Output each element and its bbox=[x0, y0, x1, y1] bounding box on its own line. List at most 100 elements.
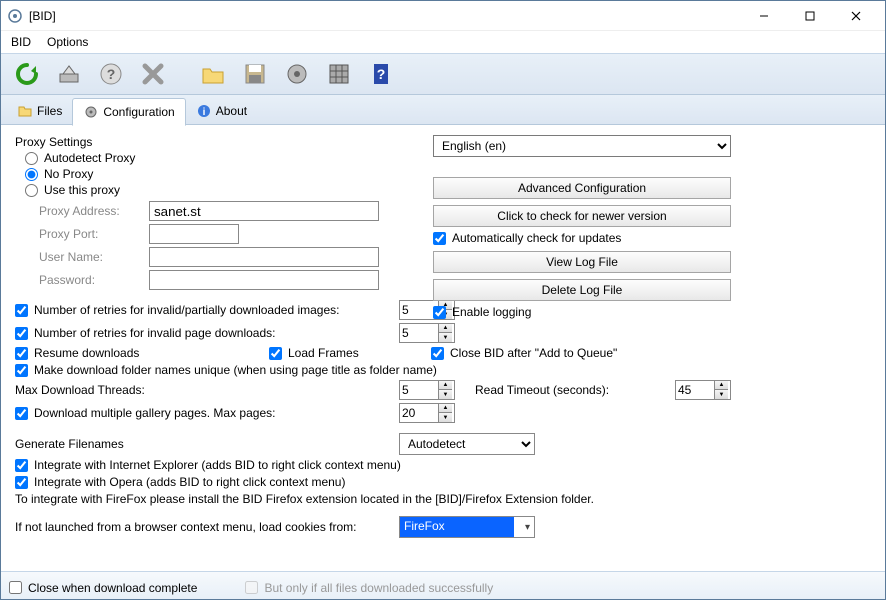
read-timeout-label: Read Timeout (seconds): bbox=[475, 383, 609, 397]
statusbar: Close when download complete But only if… bbox=[1, 571, 885, 599]
auto-check-updates-label: Automatically check for updates bbox=[452, 231, 621, 245]
proxy-legend: Proxy Settings bbox=[15, 135, 435, 149]
cookies-value: FireFox bbox=[400, 517, 514, 537]
view-log-button[interactable]: View Log File bbox=[433, 251, 731, 273]
radio-usethis-label: Use this proxy bbox=[44, 183, 120, 197]
radio-noproxy-label: No Proxy bbox=[44, 167, 93, 181]
help-button[interactable]: ? bbox=[93, 56, 129, 92]
grid-button[interactable] bbox=[321, 56, 357, 92]
resume-checkbox[interactable] bbox=[15, 347, 28, 360]
only-success-label: But only if all files downloaded success… bbox=[264, 581, 493, 595]
unique-folder-checkbox[interactable] bbox=[15, 364, 28, 377]
gen-filenames-select[interactable]: Autodetect bbox=[399, 433, 535, 455]
max-threads-value[interactable] bbox=[400, 381, 438, 399]
integrate-ie-label: Integrate with Internet Explorer (adds B… bbox=[34, 458, 401, 472]
refresh-button[interactable] bbox=[9, 56, 45, 92]
content-pane: Proxy Settings Autodetect Proxy No Proxy… bbox=[1, 125, 885, 571]
read-timeout-spinner[interactable]: ▲▼ bbox=[675, 380, 731, 400]
scanner-button[interactable] bbox=[51, 56, 87, 92]
close-complete-label: Close when download complete bbox=[28, 581, 197, 595]
multi-gallery-checkbox[interactable] bbox=[15, 407, 28, 420]
unique-folder-label: Make download folder names unique (when … bbox=[34, 363, 437, 377]
tab-configuration-label: Configuration bbox=[103, 105, 174, 119]
retries-pages-spinner[interactable]: ▲▼ bbox=[399, 323, 455, 343]
retries-images-label: Number of retries for invalid/partially … bbox=[34, 303, 339, 317]
about-toolbar-button[interactable]: ? bbox=[363, 56, 399, 92]
proxy-address-input[interactable] bbox=[149, 201, 379, 221]
close-complete-checkbox[interactable] bbox=[9, 581, 22, 594]
tab-files-label: Files bbox=[37, 104, 62, 118]
menu-bid[interactable]: BID bbox=[11, 35, 31, 49]
tab-about-label: About bbox=[216, 104, 247, 118]
retries-pages-checkbox[interactable] bbox=[15, 327, 28, 340]
max-threads-spinner[interactable]: ▲▼ bbox=[399, 380, 455, 400]
radio-noproxy[interactable] bbox=[25, 168, 38, 181]
right-column: English (en) Advanced Configuration Clic… bbox=[433, 135, 733, 319]
load-frames-checkbox[interactable] bbox=[269, 347, 282, 360]
gear-icon bbox=[83, 104, 99, 120]
multi-gallery-value[interactable] bbox=[400, 404, 438, 422]
proxy-port-label: Proxy Port: bbox=[39, 227, 149, 241]
radio-autodetect-label: Autodetect Proxy bbox=[44, 151, 135, 165]
read-timeout-value[interactable] bbox=[676, 381, 714, 399]
enable-logging-label: Enable logging bbox=[452, 305, 531, 319]
gear-button[interactable] bbox=[279, 56, 315, 92]
enable-logging-checkbox[interactable] bbox=[433, 306, 446, 319]
svg-text:?: ? bbox=[107, 66, 116, 82]
integrate-opera-label: Integrate with Opera (adds BID to right … bbox=[34, 475, 345, 489]
proxy-settings-group: Proxy Settings Autodetect Proxy No Proxy… bbox=[15, 135, 435, 290]
resume-label: Resume downloads bbox=[34, 346, 139, 360]
proxy-port-input[interactable] bbox=[149, 224, 239, 244]
multi-gallery-spinner[interactable]: ▲▼ bbox=[399, 403, 455, 423]
save-button[interactable] bbox=[237, 56, 273, 92]
folder-button[interactable] bbox=[195, 56, 231, 92]
auto-check-updates-checkbox[interactable] bbox=[433, 232, 446, 245]
tabbar: Files Configuration i About bbox=[1, 95, 885, 125]
tab-files[interactable]: Files bbox=[7, 97, 72, 125]
proxy-pass-label: Password: bbox=[39, 273, 149, 287]
app-window: [BID] BID Options ? ? Files Configuratio… bbox=[0, 0, 886, 600]
multi-gallery-label: Download multiple gallery pages. Max pag… bbox=[34, 406, 275, 420]
advanced-config-button[interactable]: Advanced Configuration bbox=[433, 177, 731, 199]
proxy-pass-input[interactable] bbox=[149, 270, 379, 290]
info-icon: i bbox=[196, 103, 212, 119]
integrate-ie-checkbox[interactable] bbox=[15, 459, 28, 472]
only-success-checkbox bbox=[245, 581, 258, 594]
load-frames-label: Load Frames bbox=[288, 346, 359, 360]
max-threads-label: Max Download Threads: bbox=[15, 383, 145, 397]
radio-autodetect[interactable] bbox=[25, 152, 38, 165]
proxy-user-label: User Name: bbox=[39, 250, 149, 264]
titlebar: [BID] bbox=[1, 1, 885, 31]
cookies-select[interactable]: FireFox bbox=[399, 516, 535, 538]
language-select[interactable]: English (en) bbox=[433, 135, 731, 157]
files-icon bbox=[17, 103, 33, 119]
proxy-user-input[interactable] bbox=[149, 247, 379, 267]
minimize-button[interactable] bbox=[741, 1, 787, 31]
retries-pages-label: Number of retries for invalid page downl… bbox=[34, 326, 275, 340]
svg-text:?: ? bbox=[377, 66, 386, 82]
menubar: BID Options bbox=[1, 31, 885, 53]
delete-button[interactable] bbox=[135, 56, 171, 92]
check-version-button[interactable]: Click to check for newer version bbox=[433, 205, 731, 227]
firefox-note: To integrate with FireFox please install… bbox=[15, 492, 594, 506]
retries-images-checkbox[interactable] bbox=[15, 304, 28, 317]
cookies-label: If not launched from a browser context m… bbox=[15, 520, 357, 534]
maximize-button[interactable] bbox=[787, 1, 833, 31]
window-title: [BID] bbox=[29, 9, 741, 23]
toolbar: ? ? bbox=[1, 53, 885, 95]
close-after-checkbox[interactable] bbox=[431, 347, 444, 360]
svg-text:i: i bbox=[202, 107, 205, 118]
integrate-opera-checkbox[interactable] bbox=[15, 476, 28, 489]
app-icon bbox=[7, 8, 23, 24]
radio-usethis[interactable] bbox=[25, 184, 38, 197]
tab-configuration[interactable]: Configuration bbox=[72, 98, 185, 126]
tab-about[interactable]: i About bbox=[186, 97, 257, 125]
close-after-label: Close BID after "Add to Queue" bbox=[450, 346, 617, 360]
settings-grid: Number of retries for invalid/partially … bbox=[15, 300, 871, 538]
close-button[interactable] bbox=[833, 1, 879, 31]
retries-pages-value[interactable] bbox=[400, 324, 438, 342]
proxy-address-label: Proxy Address: bbox=[39, 204, 149, 218]
gen-filenames-label: Generate Filenames bbox=[15, 437, 124, 451]
delete-log-button[interactable]: Delete Log File bbox=[433, 279, 731, 301]
menu-options[interactable]: Options bbox=[47, 35, 88, 49]
